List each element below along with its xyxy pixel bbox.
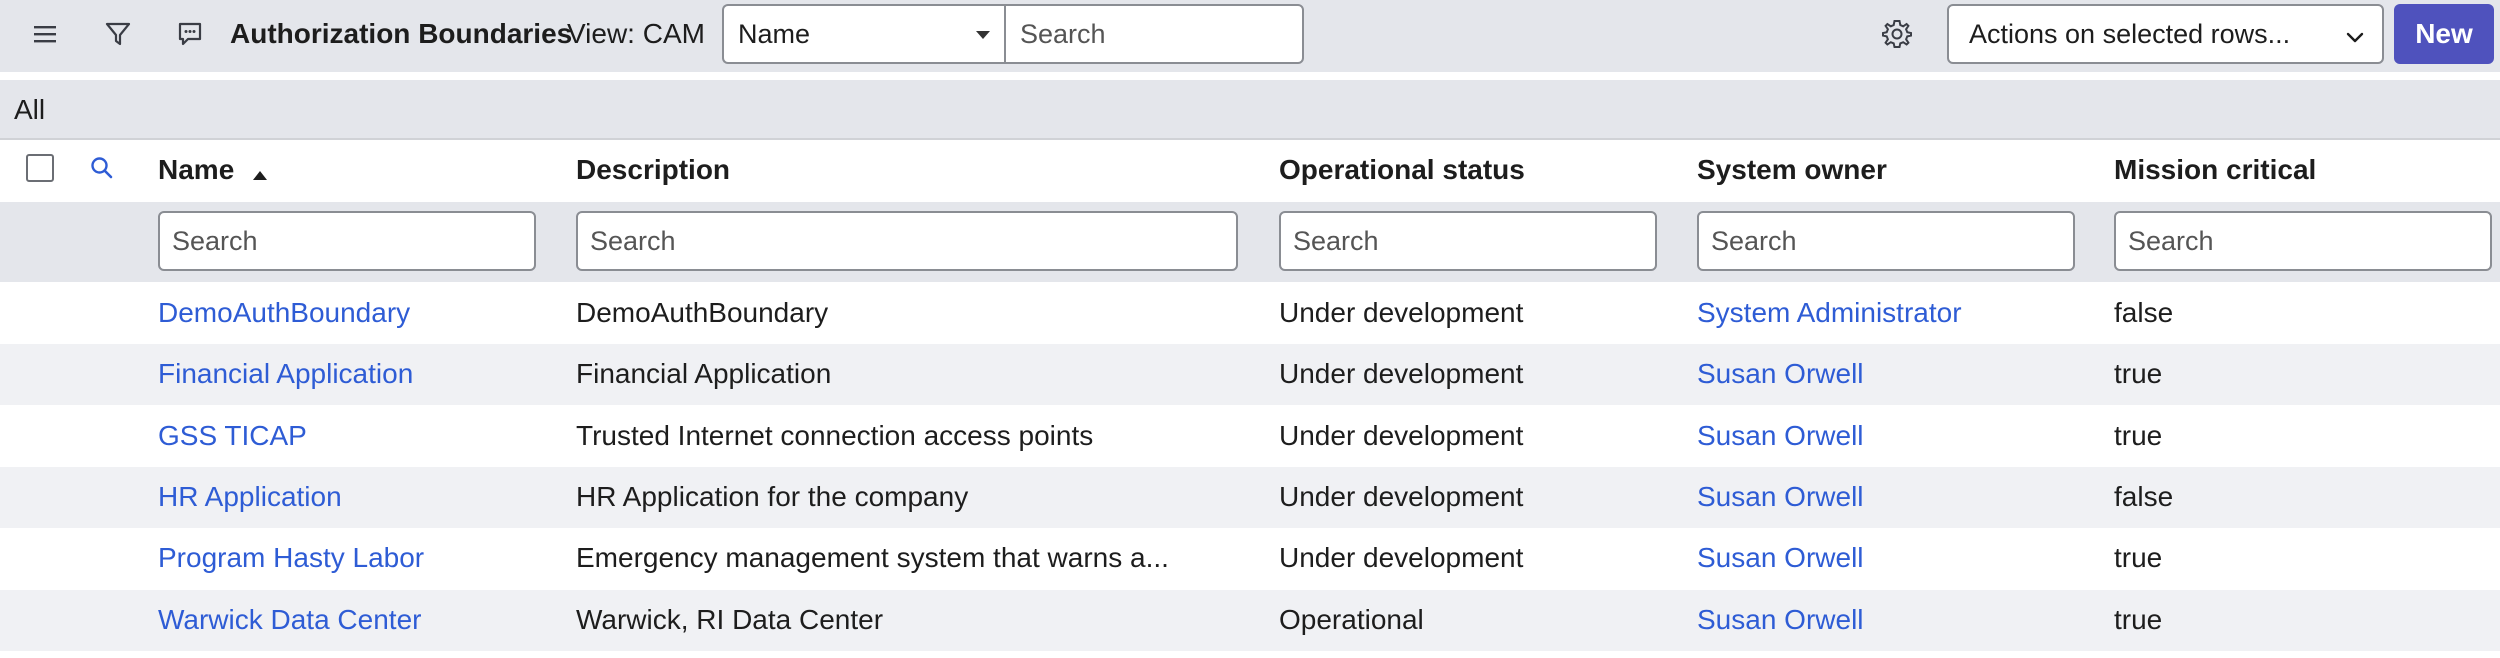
row-operational-status: Operational	[1279, 604, 1424, 635]
actions-select[interactable]: Actions on selected rows...	[1947, 4, 2384, 64]
menu-icon[interactable]	[26, 14, 66, 54]
page-title: Authorization Boundaries	[230, 18, 573, 49]
row-description: Financial Application	[576, 358, 832, 389]
row-mission-critical: true	[2114, 604, 2163, 635]
row-system-owner-link[interactable]: Susan Orwell	[1697, 481, 1864, 513]
new-button[interactable]: New	[2394, 4, 2494, 64]
row-mission-critical: true	[2114, 420, 2163, 451]
filter-description-input[interactable]	[576, 211, 1238, 271]
row-system-owner-link[interactable]: Susan Orwell	[1697, 420, 1864, 452]
row-system-owner-link[interactable]: System Administrator	[1697, 297, 1962, 329]
row-mission-critical: false	[2114, 297, 2174, 328]
table-row: Warwick Data Center Warwick, RI Data Cen…	[0, 590, 2500, 651]
filter-name-input[interactable]	[158, 211, 536, 271]
search-field-value: Name	[738, 18, 811, 49]
row-mission-critical: true	[2114, 542, 2163, 573]
row-operational-status: Under development	[1279, 481, 1524, 512]
filter-icon[interactable]	[98, 14, 138, 54]
row-name-link[interactable]: GSS TICAP	[158, 420, 307, 452]
row-name-link[interactable]: Warwick Data Center	[158, 604, 421, 636]
view-label: View: CAM	[567, 18, 705, 49]
column-header-name-label: Name	[158, 154, 235, 185]
row-description: DemoAuthBoundary	[576, 297, 829, 328]
chevron-down-icon	[2344, 24, 2366, 55]
row-mission-critical: true	[2114, 358, 2163, 389]
breadcrumb[interactable]: All	[14, 94, 45, 126]
row-system-owner-link[interactable]: Susan Orwell	[1697, 358, 1864, 390]
search-field-select[interactable]: Name	[722, 4, 1004, 64]
column-header-mission-critical[interactable]: Mission critical	[2114, 154, 2316, 186]
row-system-owner-link[interactable]: Susan Orwell	[1697, 542, 1864, 574]
row-name-link[interactable]: Program Hasty Labor	[158, 542, 424, 574]
row-name-link[interactable]: DemoAuthBoundary	[158, 297, 410, 329]
caret-down-icon	[976, 31, 990, 39]
list-search-input[interactable]	[1004, 4, 1304, 64]
table-row: Program Hasty Labor Emergency management…	[0, 528, 2500, 589]
row-operational-status: Under development	[1279, 542, 1524, 573]
select-all-checkbox[interactable]	[26, 154, 54, 182]
actions-select-label: Actions on selected rows...	[1969, 18, 2291, 49]
table-header: Name Description Operational status Syst…	[0, 140, 2500, 202]
list-toolbar: Authorization Boundaries View: CAM Name …	[0, 0, 2500, 72]
row-description: Trusted Internet connection access point…	[576, 420, 1094, 451]
column-filter-row	[0, 202, 2500, 282]
row-system-owner-link[interactable]: Susan Orwell	[1697, 604, 1864, 636]
table-row: HR Application HR Application for the co…	[0, 467, 2500, 528]
sort-asc-icon	[252, 156, 268, 188]
table-row: Financial Application Financial Applicat…	[0, 344, 2500, 405]
table-row: DemoAuthBoundary DemoAuthBoundary Under …	[0, 283, 2500, 344]
filter-system-owner-input[interactable]	[1697, 211, 2075, 271]
column-header-operational-status[interactable]: Operational status	[1279, 154, 1525, 186]
row-operational-status: Under development	[1279, 297, 1524, 328]
row-name-link[interactable]: HR Application	[158, 481, 342, 513]
row-description: HR Application for the company	[576, 481, 969, 512]
row-description: Emergency management system that warns a…	[576, 542, 1169, 573]
breadcrumb-bar: All	[0, 80, 2500, 140]
search-icon[interactable]	[82, 148, 122, 188]
gear-icon[interactable]	[1877, 14, 1917, 54]
column-header-system-owner[interactable]: System owner	[1697, 154, 1887, 186]
row-name-link[interactable]: Financial Application	[158, 358, 413, 390]
column-header-name[interactable]: Name	[158, 154, 268, 188]
table-row: GSS TICAP Trusted Internet connection ac…	[0, 406, 2500, 467]
comment-icon[interactable]	[170, 14, 210, 54]
filter-operational-status-input[interactable]	[1279, 211, 1657, 271]
row-operational-status: Under development	[1279, 358, 1524, 389]
column-header-description[interactable]: Description	[576, 154, 730, 186]
row-description: Warwick, RI Data Center	[576, 604, 884, 635]
filter-mission-critical-input[interactable]	[2114, 211, 2492, 271]
row-mission-critical: false	[2114, 481, 2174, 512]
row-operational-status: Under development	[1279, 420, 1524, 451]
